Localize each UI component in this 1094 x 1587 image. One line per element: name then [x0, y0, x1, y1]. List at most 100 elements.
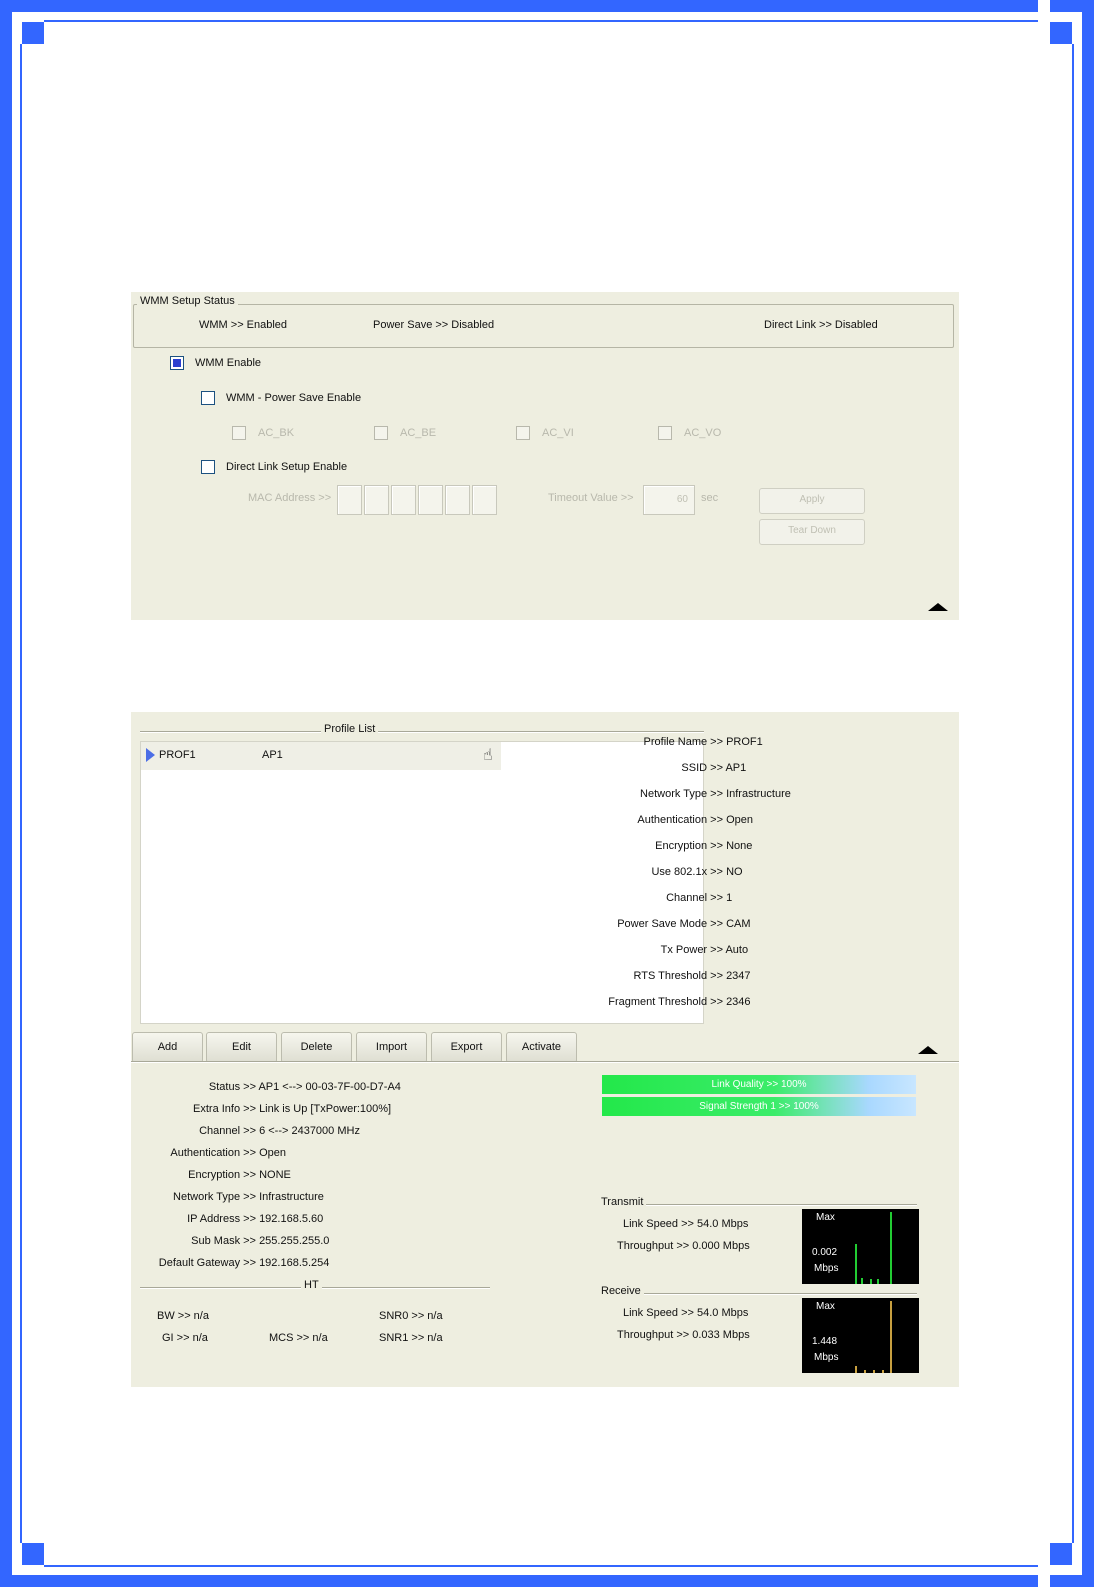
snr1-text: SNR1 >> n/a	[379, 1332, 443, 1344]
timeout-value: 60	[676, 494, 688, 505]
profile-list-divider	[140, 731, 704, 733]
snr0-text: SNR0 >> n/a	[379, 1310, 443, 1322]
receive-graph-line	[873, 1370, 875, 1373]
transmit-divider	[601, 1204, 917, 1206]
status-channel: Channel >> 6 <--> 2437000 MHz	[199, 1125, 360, 1137]
transmit-graph-max: Max	[816, 1212, 835, 1223]
receive-graph-line	[882, 1370, 884, 1373]
status-network-type: Network Type >> Infrastructure	[173, 1191, 324, 1203]
receive-graph-max: Max	[816, 1301, 835, 1312]
ac-vo-label: AC_VO	[684, 427, 722, 439]
transmit-title: Transmit	[598, 1196, 647, 1208]
status-ip-address: IP Address >> 192.168.5.60	[187, 1213, 324, 1225]
status-extra-info: Extra Info >> Link is Up [TxPower:100%]	[193, 1103, 392, 1115]
collapse-up-icon[interactable]	[918, 1046, 938, 1054]
transmit-graph-line	[877, 1279, 879, 1284]
add-profile-button[interactable]: Add	[132, 1032, 203, 1063]
transmit-throughput: Throughput >> 0.000 Mbps	[617, 1240, 750, 1252]
ac-be-label: AC_BE	[400, 427, 437, 439]
apply-button[interactable]: Apply	[759, 488, 865, 514]
import-profile-button[interactable]: Import	[356, 1032, 427, 1063]
receive-graph-unit: Mbps	[814, 1352, 839, 1363]
mac-octet-6-input[interactable]	[472, 485, 497, 515]
detail-network-type: Network Type >> Infrastructure	[640, 788, 791, 800]
transmit-graph-line	[870, 1279, 872, 1284]
hand-icon: ☝	[483, 747, 493, 764]
link-quality-bar: Link Quality >> 100%	[602, 1075, 916, 1094]
mac-octet-1-input[interactable]	[337, 485, 362, 515]
active-profile-icon	[146, 748, 155, 762]
detail-tx-power: Tx Power >> Auto	[660, 944, 749, 956]
detail-authentication: Authentication >> Open	[637, 814, 753, 826]
gi-text: GI >> n/a	[162, 1332, 208, 1344]
transmit-graph-line	[861, 1278, 863, 1284]
direct-link-status-text: Direct Link >> Disabled	[764, 319, 878, 331]
detail-rts-threshold: RTS Threshold >> 2347	[633, 970, 751, 982]
profile-list-title: Profile List	[321, 723, 379, 735]
export-profile-button[interactable]: Export	[431, 1032, 502, 1063]
ac-vi-checkbox[interactable]	[516, 426, 530, 440]
status-sub-mask: Sub Mask >> 255.255.255.0	[191, 1235, 330, 1247]
wmm-enable-checkbox[interactable]	[170, 356, 184, 370]
section-divider	[131, 1061, 959, 1063]
detail-ssid: SSID >> AP1	[681, 762, 747, 774]
power-save-enable-checkbox[interactable]	[201, 391, 215, 405]
timeout-input[interactable]: 60	[643, 485, 695, 515]
receive-link-speed: Link Speed >> 54.0 Mbps	[623, 1307, 749, 1319]
detail-power-save-mode: Power Save Mode >> CAM	[617, 918, 751, 930]
transmit-graph-line	[855, 1244, 857, 1284]
mac-octet-2-input[interactable]	[364, 485, 389, 515]
receive-throughput: Throughput >> 0.033 Mbps	[617, 1329, 750, 1341]
detail-profile-name: Profile Name >> PROF1	[643, 736, 763, 748]
wmm-status-title: WMM Setup Status	[137, 295, 238, 307]
ac-vi-label: AC_VI	[542, 427, 574, 439]
wmm-enable-label: WMM Enable	[195, 357, 262, 369]
transmit-graph-line	[890, 1212, 892, 1284]
direct-link-enable-checkbox[interactable]	[201, 460, 215, 474]
status-status: Status >> AP1 <--> 00-03-7F-00-D7-A4	[208, 1081, 401, 1093]
receive-title: Receive	[598, 1285, 644, 1297]
receive-graph-line	[864, 1370, 866, 1373]
activate-profile-button[interactable]: Activate	[506, 1032, 577, 1063]
receive-graph-value: 1.448	[812, 1336, 838, 1347]
ac-vo-checkbox[interactable]	[658, 426, 672, 440]
ac-be-checkbox[interactable]	[374, 426, 388, 440]
receive-divider	[601, 1293, 917, 1295]
edit-profile-button[interactable]: Edit	[206, 1032, 277, 1063]
transmit-link-speed: Link Speed >> 54.0 Mbps	[623, 1218, 749, 1230]
profile-row[interactable]: PROF1 AP1 ☝	[141, 742, 501, 770]
mac-octet-3-input[interactable]	[391, 485, 416, 515]
power-save-status-text: Power Save >> Disabled	[373, 319, 495, 331]
mcs-text: MCS >> n/a	[269, 1332, 328, 1344]
timeout-label: Timeout Value >>	[548, 492, 634, 504]
ht-title: HT	[301, 1279, 322, 1291]
detail-channel: Channel >> 1	[666, 892, 733, 904]
status-default-gateway: Default Gateway >> 192.168.5.254	[158, 1257, 330, 1269]
detail-encryption: Encryption >> None	[655, 840, 753, 852]
ac-bk-checkbox[interactable]	[232, 426, 246, 440]
detail-fragment-threshold: Fragment Threshold >> 2346	[608, 996, 751, 1008]
mac-octet-5-input[interactable]	[445, 485, 470, 515]
power-save-enable-label: WMM - Power Save Enable	[226, 392, 362, 404]
profile-panel: Profile List PROF1 AP1 ☝ Add Edit Delete…	[131, 712, 959, 1387]
transmit-graph-value: 0.002	[812, 1247, 838, 1258]
wmm-panel: WMM Setup Status WMM >> Enabled Power Sa…	[131, 292, 959, 620]
collapse-up-icon[interactable]	[928, 603, 948, 611]
receive-graph: Max 1.448 Mbps	[802, 1298, 919, 1373]
tear-down-button[interactable]: Tear Down	[759, 519, 865, 545]
status-encryption: Encryption >> NONE	[188, 1169, 291, 1181]
profile-row-ssid: AP1	[262, 749, 283, 761]
direct-link-enable-label: Direct Link Setup Enable	[226, 461, 348, 473]
wmm-status-text: WMM >> Enabled	[199, 319, 288, 331]
transmit-graph-unit: Mbps	[814, 1263, 839, 1274]
mac-octet-4-input[interactable]	[418, 485, 443, 515]
status-authentication: Authentication >> Open	[170, 1147, 286, 1159]
detail-8021x: Use 802.1x >> NO	[651, 866, 743, 878]
mac-address-label: MAC Address >>	[248, 492, 332, 504]
receive-graph-line	[855, 1366, 857, 1373]
profile-row-name: PROF1	[159, 749, 196, 761]
timeout-unit: sec	[701, 492, 719, 504]
receive-graph-line	[890, 1301, 892, 1373]
transmit-graph: Max 0.002 Mbps	[802, 1209, 919, 1284]
delete-profile-button[interactable]: Delete	[281, 1032, 352, 1063]
